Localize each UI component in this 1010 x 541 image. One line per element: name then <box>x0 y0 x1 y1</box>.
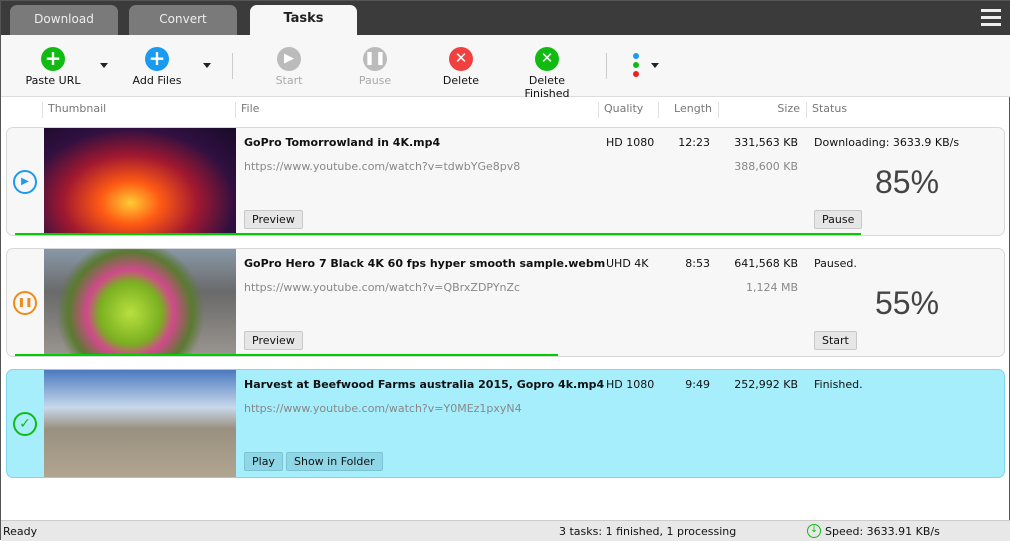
total-size: 1,124 MB <box>745 281 798 294</box>
divider <box>606 53 607 79</box>
delete-finished-label: Delete Finished <box>524 74 570 100</box>
quality: HD 1080 <box>606 136 655 149</box>
total-size: 388,600 KB <box>734 160 798 173</box>
quality: UHD 4K <box>606 257 649 270</box>
thumbnail-image <box>44 128 236 235</box>
tab-tasks[interactable]: Tasks <box>250 5 357 35</box>
play-button[interactable]: Play <box>244 452 283 471</box>
plus-icon: + <box>145 47 169 71</box>
delete-button[interactable]: ✕ Delete <box>441 47 481 87</box>
col-quality[interactable]: Quality <box>598 102 643 118</box>
status-ready: Ready <box>3 525 38 538</box>
file-name: GoPro Tomorrowland in 4K.mp4 <box>244 136 441 149</box>
tab-bar: Download Convert Tasks <box>1 1 1010 35</box>
pause-icon: ❚❚ <box>363 47 387 71</box>
length: 8:53 <box>685 257 710 270</box>
finished-check-icon: ✓ <box>13 412 37 436</box>
progress-bar <box>15 354 558 356</box>
show-in-folder-button[interactable]: Show in Folder <box>286 452 383 471</box>
color-dots-icon[interactable] <box>633 53 639 77</box>
status-bar: Ready 3 tasks: 1 finished, 1 processing … <box>1 520 1010 541</box>
divider <box>232 53 233 79</box>
col-size[interactable]: Size <box>718 102 806 118</box>
size: 331,563 KB <box>734 136 798 149</box>
status-speed: Speed: 3633.91 KB/s <box>825 525 940 538</box>
length: 9:49 <box>685 378 710 391</box>
file-url: https://www.youtube.com/watch?v=tdwbYGe8… <box>244 160 521 173</box>
add-files-button[interactable]: + Add Files <box>127 47 187 88</box>
col-length[interactable]: Length <box>658 102 718 118</box>
pause-task-button[interactable]: Pause <box>814 210 863 229</box>
downloading-play-icon: ▶ <box>13 170 37 194</box>
status-text: Finished. <box>814 378 863 391</box>
paused-icon: ❚❚ <box>13 291 37 315</box>
progress-percent: 55% <box>874 285 940 321</box>
hamburger-menu-icon[interactable] <box>981 9 1001 30</box>
toolbar: + Paste URL + Add Files ▶ Start ❚❚ Pause ✕ De… <box>1 35 1010 100</box>
column-header: Thumbnail File Quality Length Size Statu… <box>1 98 1010 119</box>
task-row[interactable]: ▶ GoPro Tomorrowland in 4K.mp4 https://w… <box>6 127 1005 236</box>
thumbnail-image <box>44 249 236 356</box>
paste-url-dropdown-icon[interactable] <box>100 63 108 68</box>
plus-icon: + <box>41 47 65 71</box>
task-row[interactable]: ❚❚ GoPro Hero 7 Black 4K 60 fps hyper sm… <box>6 248 1005 357</box>
start-label: Start <box>275 74 303 87</box>
pause-label: Pause <box>358 74 392 87</box>
tab-convert[interactable]: Convert <box>129 5 237 35</box>
dots-dropdown-icon[interactable] <box>651 63 659 68</box>
preview-button[interactable]: Preview <box>244 210 303 229</box>
add-files-dropdown-icon[interactable] <box>203 63 211 68</box>
paste-url-button[interactable]: + Paste URL <box>21 47 85 88</box>
x-icon: ✕ <box>449 47 473 71</box>
tab-download[interactable]: Download <box>10 5 118 35</box>
add-files-label: Add Files <box>132 74 182 87</box>
preview-button[interactable]: Preview <box>244 331 303 350</box>
size: 252,992 KB <box>734 378 798 391</box>
file-name: GoPro Hero 7 Black 4K 60 fps hyper smoot… <box>244 257 606 270</box>
progress-bar <box>15 233 861 235</box>
size: 641,568 KB <box>734 257 798 270</box>
start-button[interactable]: ▶ Start <box>269 47 309 87</box>
col-thumbnail[interactable]: Thumbnail <box>42 102 106 118</box>
file-url: https://www.youtube.com/watch?v=QBrxZDPY… <box>244 281 521 294</box>
delete-finished-button[interactable]: ✕ Delete Finished <box>507 47 587 100</box>
progress-percent: 85% <box>874 164 940 200</box>
play-icon: ▶ <box>277 47 301 71</box>
file-url: https://www.youtube.com/watch?v=Y0MEz1px… <box>244 402 522 415</box>
x-icon: ✕ <box>535 47 559 71</box>
file-name: Harvest at Beefwood Farms australia 2015… <box>244 378 605 391</box>
quality: HD 1080 <box>606 378 655 391</box>
status-text: Paused. <box>814 257 857 270</box>
speed-download-icon: ↓ <box>807 524 821 538</box>
status-task-summary: 3 tasks: 1 finished, 1 processing <box>559 525 737 538</box>
status-text: Downloading: 3633.9 KB/s <box>814 136 960 149</box>
pause-button[interactable]: ❚❚ Pause <box>355 47 395 87</box>
col-status[interactable]: Status <box>806 102 1006 118</box>
task-row[interactable]: ✓ Harvest at Beefwood Farms australia 20… <box>6 369 1005 478</box>
start-task-button[interactable]: Start <box>814 331 857 350</box>
thumbnail-image <box>44 370 236 477</box>
col-file[interactable]: File <box>235 102 259 118</box>
length: 12:23 <box>678 136 710 149</box>
paste-url-label: Paste URL <box>25 74 81 87</box>
delete-label: Delete <box>442 74 480 87</box>
